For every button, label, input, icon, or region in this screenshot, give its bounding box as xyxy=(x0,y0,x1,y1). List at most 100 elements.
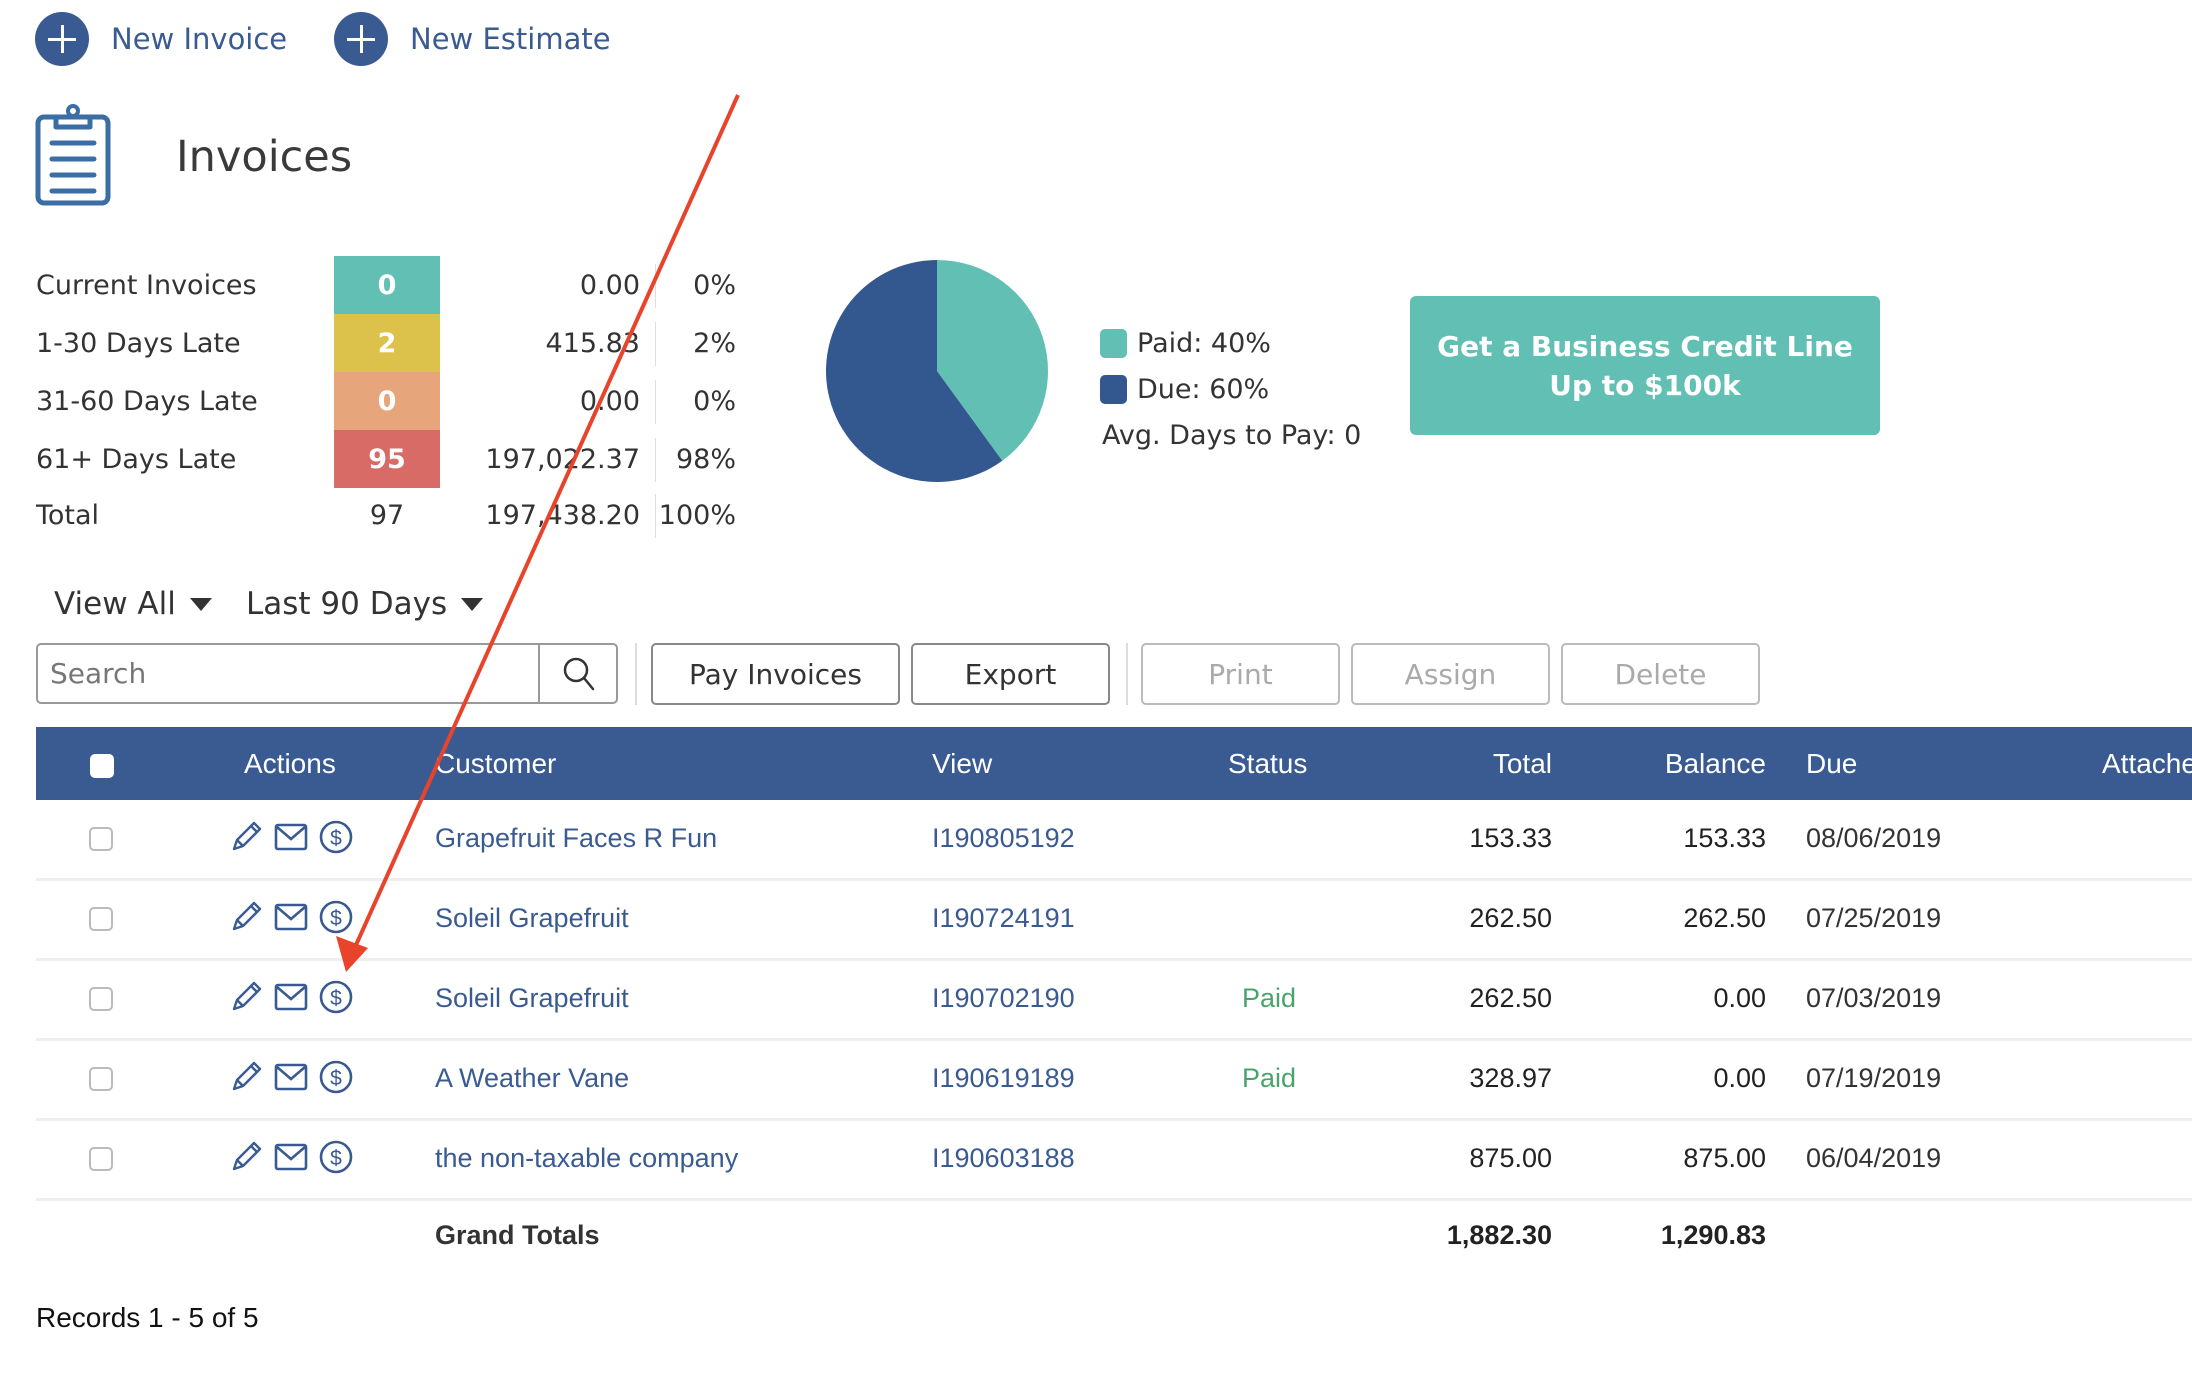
svg-text:$: $ xyxy=(330,1147,342,1170)
column-header-actions: Actions xyxy=(244,748,336,779)
status-badge: Paid xyxy=(1242,983,1297,1013)
date-range-label: Last 90 Days xyxy=(246,586,448,622)
table-header xyxy=(36,727,2192,800)
search-input[interactable] xyxy=(38,645,538,702)
due-date-cell: 06/04/2019 xyxy=(1806,1143,1942,1173)
view-filter-label: View All xyxy=(54,586,176,622)
search-icon xyxy=(563,657,595,690)
column-header-attachments[interactable]: Attache xyxy=(2102,727,2192,800)
invoice-number-link[interactable]: I190702190 xyxy=(932,983,1075,1014)
invoice-number-link[interactable]: I190805192 xyxy=(932,823,1075,854)
edit-pencil-icon[interactable] xyxy=(228,1059,264,1095)
email-envelope-icon[interactable] xyxy=(273,1059,309,1095)
caret-down-icon xyxy=(189,597,212,611)
legend-paid-label: Paid: 40% xyxy=(1137,328,1271,359)
payment-dollar-icon[interactable]: $ xyxy=(318,1059,354,1095)
aging-percent-current: 0% xyxy=(693,270,736,301)
avg-days-to-pay: Avg. Days to Pay: 0 xyxy=(1102,420,1362,451)
grand-total-amount: 1,882.30 xyxy=(1446,1220,1552,1250)
invoice-number-link[interactable]: I190724191 xyxy=(932,903,1075,934)
records-count: Records 1 - 5 of 5 xyxy=(36,1302,259,1333)
edit-pencil-icon[interactable] xyxy=(228,899,264,935)
legend-due: Due: 60% xyxy=(1100,374,1269,405)
caret-down-icon xyxy=(461,597,484,611)
column-header-view[interactable]: View xyxy=(932,727,992,800)
pay-invoices-button[interactable]: Pay Invoices xyxy=(651,643,900,705)
plus-circle-icon xyxy=(35,12,89,66)
due-date-cell: 07/03/2019 xyxy=(1806,983,1942,1013)
email-envelope-icon[interactable] xyxy=(273,899,309,935)
business-credit-line-button[interactable]: Get a Business Credit Line Up to $100k xyxy=(1410,296,1880,435)
total-cell: 153.33 xyxy=(1469,823,1552,853)
row-checkbox[interactable] xyxy=(89,827,113,851)
due-date-cell: 08/06/2019 xyxy=(1806,823,1942,853)
column-header-total[interactable]: Total xyxy=(1400,727,1552,800)
toolbar-divider xyxy=(1126,643,1128,705)
svg-text:$: $ xyxy=(330,987,342,1010)
new-estimate-button[interactable]: New Estimate xyxy=(334,12,611,66)
aging-amount-total: 197,438.20 xyxy=(485,500,640,531)
legend-swatch-due xyxy=(1100,375,1127,404)
view-filter-dropdown[interactable]: View All xyxy=(54,586,212,622)
payment-dollar-icon[interactable]: $ xyxy=(318,979,354,1015)
payment-dollar-icon[interactable]: $ xyxy=(318,899,354,935)
payment-dollar-icon[interactable]: $ xyxy=(318,819,354,855)
due-date-cell: 07/25/2019 xyxy=(1806,903,1942,933)
page-title: Invoices xyxy=(176,132,353,182)
svg-text:$: $ xyxy=(330,907,342,930)
invoice-number-link[interactable]: I190619189 xyxy=(932,1063,1075,1094)
payment-dollar-icon[interactable]: $ xyxy=(318,1139,354,1175)
balance-cell: 153.33 xyxy=(1683,823,1766,853)
select-all-checkbox[interactable] xyxy=(90,754,114,778)
email-envelope-icon[interactable] xyxy=(273,979,309,1015)
legend-due-label: Due: 60% xyxy=(1137,374,1270,405)
edit-pencil-icon[interactable] xyxy=(228,1139,264,1175)
new-invoice-label: New Invoice xyxy=(111,22,288,56)
total-cell: 875.00 xyxy=(1469,1143,1552,1173)
aging-label-1-30: 1-30 Days Late xyxy=(36,328,241,359)
column-header-status[interactable]: Status xyxy=(1228,727,1307,800)
row-checkbox[interactable] xyxy=(89,907,113,931)
balance-cell: 0.00 xyxy=(1713,983,1766,1013)
email-envelope-icon[interactable] xyxy=(273,819,309,855)
export-button[interactable]: Export xyxy=(911,643,1110,705)
column-header-customer[interactable]: Customer xyxy=(435,727,556,800)
aging-percent-total: 100% xyxy=(658,500,736,531)
row-divider xyxy=(36,958,2192,961)
balance-cell: 0.00 xyxy=(1713,1063,1766,1093)
balance-cell: 262.50 xyxy=(1683,903,1766,933)
edit-pencil-icon[interactable] xyxy=(228,819,264,855)
due-date-cell: 07/19/2019 xyxy=(1806,1063,1942,1093)
email-envelope-icon[interactable] xyxy=(273,1139,309,1175)
search-button[interactable] xyxy=(538,645,618,702)
clipboard-icon xyxy=(35,104,111,206)
row-divider xyxy=(36,1038,2192,1041)
svg-text:$: $ xyxy=(330,827,342,850)
customer-link[interactable]: Soleil Grapefruit xyxy=(435,903,629,934)
aging-percent-1-30: 2% xyxy=(693,328,736,359)
row-checkbox[interactable] xyxy=(89,1067,113,1091)
total-cell: 328.97 xyxy=(1469,1063,1552,1093)
aging-label-61-plus: 61+ Days Late xyxy=(36,444,237,475)
print-button[interactable]: Print xyxy=(1141,643,1340,705)
customer-link[interactable]: Grapefruit Faces R Fun xyxy=(435,823,717,854)
paid-due-pie-chart xyxy=(826,260,1048,482)
edit-pencil-icon[interactable] xyxy=(228,979,264,1015)
delete-button[interactable]: Delete xyxy=(1561,643,1760,705)
row-divider xyxy=(36,1118,2192,1121)
row-checkbox[interactable] xyxy=(89,987,113,1011)
row-checkbox[interactable] xyxy=(89,1147,113,1171)
invoice-number-link[interactable]: I190603188 xyxy=(932,1143,1075,1174)
customer-link[interactable]: the non-taxable company xyxy=(435,1143,738,1174)
date-range-dropdown[interactable]: Last 90 Days xyxy=(246,586,484,622)
aging-percent-61-plus: 98% xyxy=(675,444,736,475)
assign-button[interactable]: Assign xyxy=(1351,643,1550,705)
customer-link[interactable]: Soleil Grapefruit xyxy=(435,983,629,1014)
new-invoice-button[interactable]: New Invoice xyxy=(35,12,287,66)
column-header-balance[interactable]: Balance xyxy=(1610,727,1766,800)
aging-label-total: Total xyxy=(36,500,100,531)
customer-link[interactable]: A Weather Vane xyxy=(435,1063,629,1094)
legend-swatch-paid xyxy=(1100,329,1127,358)
column-header-due[interactable]: Due xyxy=(1806,727,1857,800)
credit-line-amount: Up to $100k xyxy=(1549,368,1741,402)
